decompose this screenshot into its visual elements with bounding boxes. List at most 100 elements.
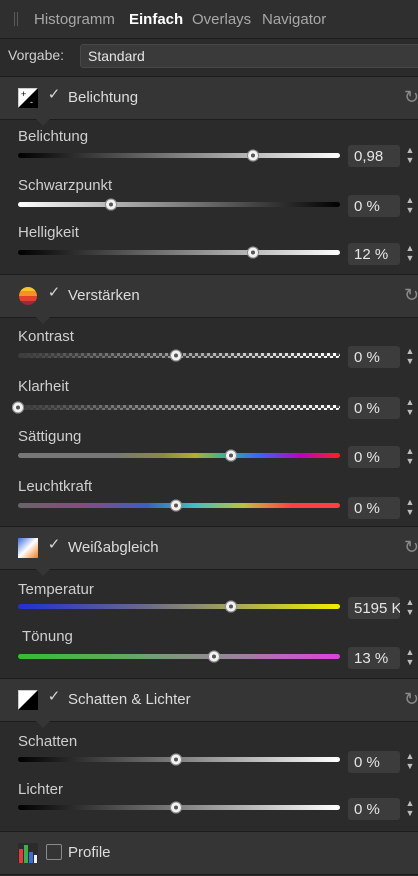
slider-helligkeit[interactable] xyxy=(18,246,340,259)
tab-histogramm[interactable]: Histogramm xyxy=(34,11,115,28)
section-title: Profile xyxy=(68,844,111,861)
slider-belichtung[interactable] xyxy=(18,149,340,162)
stepper-toenung[interactable]: ▲ ▼ xyxy=(404,647,416,669)
slider-label-kontrast: Kontrast xyxy=(18,328,74,345)
slider-knob[interactable] xyxy=(169,801,182,814)
slider-knob[interactable] xyxy=(169,349,182,362)
slider-knob[interactable] xyxy=(12,401,24,414)
stepper-leuchtkraft[interactable]: ▲ ▼ xyxy=(404,497,416,519)
slider-label-lichter: Lichter xyxy=(18,781,64,798)
reset-icon[interactable]: ↻ xyxy=(404,689,418,710)
section-verstaerken-header[interactable]: ✓ Verstärken ↻ xyxy=(0,274,418,324)
section-belichtung-header[interactable]: + - ✓ Belichtung ↻ xyxy=(0,76,418,126)
tab-navigator[interactable]: Navigator xyxy=(262,11,326,28)
section-notch xyxy=(36,569,50,576)
exposure-icon: + - xyxy=(18,88,38,108)
section-weissabgleich-checkbox[interactable]: ✓ xyxy=(46,537,62,553)
section-title: Verstärken xyxy=(68,287,140,304)
slider-label-schatten: Schatten xyxy=(18,733,78,750)
stepper-saettigung[interactable]: ▲ ▼ xyxy=(404,446,416,468)
value-field-toenung[interactable]: 13 % xyxy=(348,647,400,669)
stepper-lichter[interactable]: ▲ ▼ xyxy=(404,798,416,820)
value-leuchtkraft: 0 % xyxy=(354,500,380,517)
svg-text:-: - xyxy=(30,97,33,107)
stepper-schatten[interactable]: ▲ ▼ xyxy=(404,751,416,773)
slider-schatten[interactable] xyxy=(18,753,340,766)
stepper-kontrast[interactable]: ▲ ▼ xyxy=(404,346,416,368)
white-balance-icon xyxy=(18,538,38,558)
value-schwarzpunkt: 0 % xyxy=(354,198,380,215)
slider-label-schwarzpunkt: Schwarzpunkt xyxy=(18,177,113,194)
slider-schwarzpunkt[interactable] xyxy=(18,198,340,211)
tab-einfach[interactable]: Einfach xyxy=(129,11,183,28)
slider-knob[interactable] xyxy=(224,449,237,462)
slider-label-leuchtkraft: Leuchtkraft xyxy=(18,478,93,495)
value-schatten: 0 % xyxy=(354,754,380,771)
slider-saettigung[interactable] xyxy=(18,449,340,462)
slider-label-saettigung: Sättigung xyxy=(18,428,82,445)
section-belichtung-checkbox[interactable]: ✓ xyxy=(46,87,62,103)
slider-toenung[interactable] xyxy=(18,650,340,663)
stepper-belichtung[interactable]: ▲ ▼ xyxy=(404,145,416,167)
slider-label-toenung: Tönung xyxy=(22,628,73,645)
preset-label: Vorgabe: xyxy=(8,47,65,63)
slider-knob[interactable] xyxy=(224,600,237,613)
value-field-belichtung[interactable]: 0,98 xyxy=(348,145,400,167)
value-toenung: 13 % xyxy=(354,650,389,667)
slider-label-belichtung: Belichtung xyxy=(18,128,89,145)
section-schatten-lichter-header[interactable]: ✓ Schatten & Lichter ↻ xyxy=(0,678,418,728)
section-profile-header[interactable]: Profile xyxy=(0,831,418,875)
section-notch xyxy=(36,317,50,324)
svg-text:+: + xyxy=(21,89,26,99)
value-field-temperatur[interactable]: 5195 K xyxy=(348,597,400,619)
value-field-helligkeit[interactable]: 12 % xyxy=(348,243,400,265)
section-title: Belichtung xyxy=(68,89,139,106)
tab-overlays[interactable]: Overlays xyxy=(192,11,251,28)
stepper-klarheit[interactable]: ▲ ▼ xyxy=(404,397,416,419)
slider-knob[interactable] xyxy=(247,149,260,162)
value-field-saettigung[interactable]: 0 % xyxy=(348,446,400,468)
section-weissabgleich-header[interactable]: ✓ Weißabgleich ↻ xyxy=(0,526,418,576)
value-helligkeit: 12 % xyxy=(354,246,389,263)
stepper-temperatur[interactable]: ▲ ▼ xyxy=(404,597,416,619)
value-belichtung: 0,98 xyxy=(354,148,384,165)
value-field-schatten[interactable]: 0 % xyxy=(348,751,400,773)
slider-label-klarheit: Klarheit xyxy=(18,378,69,395)
slider-temperatur[interactable] xyxy=(18,600,340,613)
profile-icon xyxy=(18,843,38,863)
slider-klarheit[interactable] xyxy=(12,401,340,414)
section-title: Weißabgleich xyxy=(68,539,159,556)
enhance-icon xyxy=(19,287,37,305)
section-verstaerken-checkbox[interactable]: ✓ xyxy=(46,285,62,301)
value-field-klarheit[interactable]: 0 % xyxy=(348,397,400,419)
reset-icon[interactable]: ↻ xyxy=(404,285,418,306)
section-profile-checkbox[interactable] xyxy=(46,844,62,860)
slider-knob[interactable] xyxy=(247,246,260,259)
section-notch xyxy=(36,119,50,126)
slider-knob[interactable] xyxy=(169,499,182,512)
reset-icon[interactable]: ↻ xyxy=(404,87,418,108)
value-saettigung: 0 % xyxy=(354,449,380,466)
slider-knob[interactable] xyxy=(105,198,118,211)
value-field-lichter[interactable]: 0 % xyxy=(348,798,400,820)
slider-leuchtkraft[interactable] xyxy=(18,499,340,512)
panel-tab-bar: Histogramm Einfach Overlays Navigator xyxy=(0,0,418,39)
stepper-schwarzpunkt[interactable]: ▲ ▼ xyxy=(404,195,416,217)
shadows-highlights-icon xyxy=(18,690,38,710)
slider-label-helligkeit: Helligkeit xyxy=(18,224,79,241)
section-schatten-lichter-checkbox[interactable]: ✓ xyxy=(46,689,62,705)
preset-dropdown[interactable]: Standard xyxy=(80,44,418,68)
value-field-kontrast[interactable]: 0 % xyxy=(348,346,400,368)
stepper-helligkeit[interactable]: ▲ ▼ xyxy=(404,243,416,265)
value-kontrast: 0 % xyxy=(354,349,380,366)
slider-knob[interactable] xyxy=(169,753,182,766)
reset-icon[interactable]: ↻ xyxy=(404,537,418,558)
section-notch xyxy=(36,721,50,728)
slider-lichter[interactable] xyxy=(18,801,340,814)
preset-row: Vorgabe: Standard xyxy=(0,40,418,70)
drag-grip-icon[interactable] xyxy=(14,12,18,26)
value-field-schwarzpunkt[interactable]: 0 % xyxy=(348,195,400,217)
slider-knob[interactable] xyxy=(208,650,221,663)
slider-kontrast[interactable] xyxy=(18,349,340,362)
value-field-leuchtkraft[interactable]: 0 % xyxy=(348,497,400,519)
